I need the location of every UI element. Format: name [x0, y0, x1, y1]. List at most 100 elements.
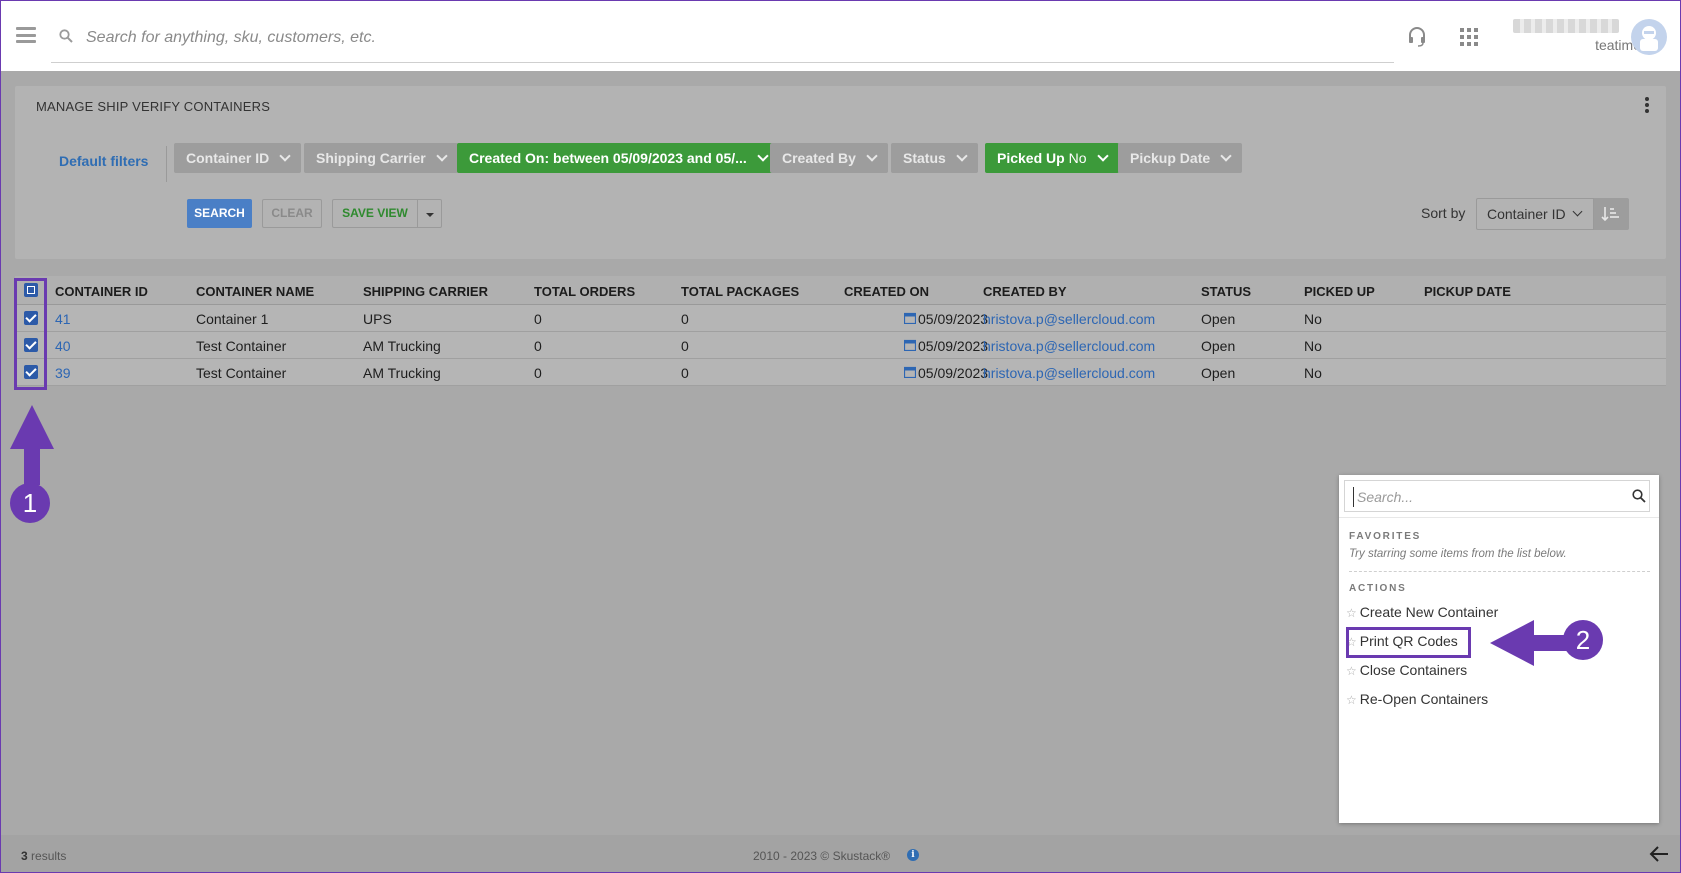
container-name: Test Container: [196, 338, 287, 354]
table-row: 39 Test Container AM Trucking 0 0 05/09/…: [15, 359, 1666, 386]
global-search: [51, 19, 1394, 63]
container-name: Container 1: [196, 311, 269, 327]
column-header[interactable]: PICKED UP: [1304, 284, 1375, 299]
picked-up: No: [1304, 338, 1322, 354]
action-create-new-container[interactable]: ☆ Create New Container: [1346, 604, 1498, 620]
total-orders: 0: [534, 311, 542, 327]
divider: [1349, 571, 1650, 572]
print-qr-highlight: [1346, 627, 1471, 658]
created-on: 05/09/2023: [918, 365, 989, 381]
chevron-down-icon: [866, 150, 878, 162]
actions-heading: ACTIONS: [1349, 583, 1407, 594]
filter-pickup-date[interactable]: Pickup Date: [1118, 143, 1243, 173]
user-avatar-icon: [1640, 26, 1658, 51]
status: Open: [1201, 311, 1236, 327]
info-icon[interactable]: i: [907, 849, 919, 861]
shipping-carrier: AM Trucking: [363, 338, 441, 354]
action-close-containers[interactable]: ☆ Close Containers: [1346, 662, 1467, 678]
sort-direction-button[interactable]: [1594, 198, 1629, 230]
top-header: teatime: [0, 0, 1681, 71]
total-packages: 0: [681, 338, 689, 354]
save-view-dropdown-button[interactable]: [418, 199, 442, 228]
column-header[interactable]: STATUS: [1201, 284, 1251, 299]
table-row: 41 Container 1 UPS 0 0 05/09/2023 hristo…: [15, 305, 1666, 332]
menu-icon[interactable]: [16, 27, 36, 43]
column-header[interactable]: PICKUP DATE: [1424, 284, 1511, 299]
chevron-down-icon: [1096, 150, 1109, 162]
chevron-down-icon: [757, 150, 769, 162]
total-packages: 0: [681, 311, 689, 327]
container-id-link[interactable]: 40: [55, 338, 71, 354]
favorites-heading: FAVORITES: [1349, 531, 1422, 542]
favorites-hint: Try starring some items from the list be…: [1349, 548, 1567, 560]
table-row: 40 Test Container AM Trucking 0 0 05/09/…: [15, 332, 1666, 359]
avatar[interactable]: [1631, 19, 1667, 55]
global-search-input[interactable]: [86, 25, 1376, 51]
total-packages: 0: [681, 365, 689, 381]
sort-by-label: Sort by: [1421, 205, 1466, 221]
column-header[interactable]: TOTAL PACKAGES: [681, 284, 799, 299]
blurred-user-name: [1513, 19, 1619, 33]
chevron-down-icon: [1220, 150, 1232, 162]
created-on: 05/09/2023: [918, 338, 989, 354]
results-count: 3 results: [21, 849, 67, 863]
filter-picked-up[interactable]: Picked Up No: [985, 143, 1119, 173]
chevron-down-icon: [956, 150, 968, 162]
column-header[interactable]: CREATED ON: [844, 284, 929, 299]
filter-created-on[interactable]: Created On: between 05/09/2023 and 05/..…: [457, 143, 779, 173]
filter-shipping-carrier[interactable]: Shipping Carrier: [304, 143, 458, 173]
headset-icon[interactable]: [1406, 25, 1428, 47]
shipping-carrier: UPS: [363, 311, 392, 327]
column-header[interactable]: TOTAL ORDERS: [534, 284, 635, 299]
status: Open: [1201, 365, 1236, 381]
filter-status[interactable]: Status: [891, 143, 978, 173]
checkbox-column-highlight: [14, 278, 47, 390]
divider: [1339, 517, 1659, 518]
star-icon[interactable]: ☆: [1346, 606, 1357, 620]
created-by-link[interactable]: hristova.p@sellercloud.com: [983, 338, 1155, 354]
arrow-up-icon: [10, 405, 54, 485]
action-reopen-containers[interactable]: ☆ Re-Open Containers: [1346, 691, 1488, 707]
page-title: MANAGE SHIP VERIFY CONTAINERS: [36, 99, 271, 114]
status: Open: [1201, 338, 1236, 354]
column-header[interactable]: CONTAINER NAME: [196, 284, 314, 299]
created-by-link[interactable]: hristova.p@sellercloud.com: [983, 311, 1155, 327]
container-name: Test Container: [196, 365, 287, 381]
copyright: 2010 - 2023 © Skustack®: [753, 849, 891, 863]
apps-grid-icon[interactable]: [1460, 28, 1478, 46]
clear-button[interactable]: CLEAR: [262, 199, 322, 228]
created-on: 05/09/2023: [918, 311, 989, 327]
sort-ascending-icon: [1601, 207, 1619, 222]
star-icon[interactable]: ☆: [1346, 693, 1357, 707]
search-icon: [59, 29, 73, 43]
shipping-carrier: AM Trucking: [363, 365, 441, 381]
calendar-icon: [904, 366, 916, 378]
actions-search-input[interactable]: [1353, 487, 1613, 507]
sort-by-select[interactable]: Container ID: [1476, 198, 1594, 230]
containers-table: CONTAINER ID CONTAINER NAME SHIPPING CAR…: [15, 276, 1666, 386]
column-header[interactable]: CONTAINER ID: [55, 284, 148, 299]
container-id-link[interactable]: 39: [55, 365, 71, 381]
username[interactable]: teatime: [1561, 37, 1641, 53]
container-id-link[interactable]: 41: [55, 311, 71, 327]
star-icon[interactable]: ☆: [1346, 664, 1357, 678]
column-header[interactable]: SHIPPING CARRIER: [363, 284, 488, 299]
column-header[interactable]: CREATED BY: [983, 284, 1067, 299]
table-header: CONTAINER ID CONTAINER NAME SHIPPING CAR…: [15, 276, 1666, 305]
total-orders: 0: [534, 338, 542, 354]
default-filters-link[interactable]: Default filters: [59, 153, 148, 169]
more-options-icon[interactable]: [1644, 97, 1650, 115]
search-button[interactable]: SEARCH: [187, 199, 252, 228]
search-icon[interactable]: [1632, 489, 1646, 503]
picked-up: No: [1304, 365, 1322, 381]
save-view-button[interactable]: SAVE VIEW: [332, 199, 418, 228]
total-orders: 0: [534, 365, 542, 381]
filter-created-by[interactable]: Created By: [770, 143, 888, 173]
created-by-link[interactable]: hristova.p@sellercloud.com: [983, 365, 1155, 381]
chevron-down-icon: [1572, 206, 1583, 217]
actions-search: [1344, 480, 1650, 512]
back-arrow-icon[interactable]: [1649, 845, 1669, 863]
calendar-icon: [904, 312, 916, 324]
filter-container-id[interactable]: Container ID: [174, 143, 302, 173]
filters-panel: MANAGE SHIP VERIFY CONTAINERS Default fi…: [15, 86, 1666, 259]
